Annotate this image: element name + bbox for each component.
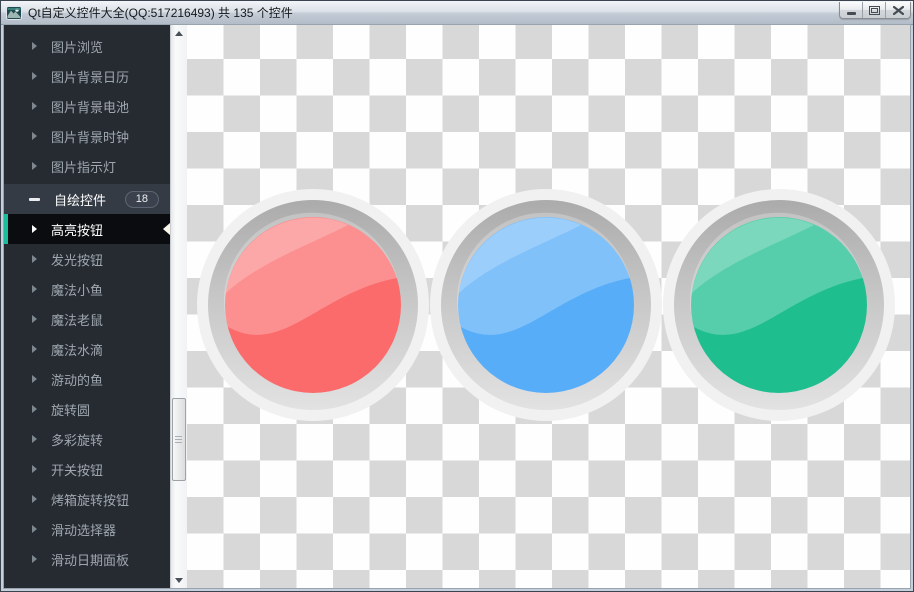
collapsed-arrow-icon <box>32 255 37 263</box>
sidebar-item-label: 发光按钮 <box>51 252 104 268</box>
scroll-down-button[interactable] <box>171 572 187 588</box>
collapsed-arrow-icon <box>32 435 37 443</box>
collapsed-arrow-icon <box>32 495 37 503</box>
window-controls <box>839 2 911 19</box>
scroll-up-button[interactable] <box>171 25 187 41</box>
sidebar-item-swimming-fish[interactable]: 游动的鱼 <box>4 364 170 394</box>
sidebar-item-sliding-date-panel[interactable]: 滑动日期面板 <box>4 544 170 574</box>
sidebar-item-image-calendar[interactable]: 图片背景日历 <box>4 61 170 91</box>
sidebar-item-magic-fish[interactable]: 魔法小鱼 <box>4 274 170 304</box>
collapsed-arrow-icon <box>32 42 37 50</box>
sidebar-item-label: 烤箱旋转按钮 <box>51 492 130 508</box>
sidebar-item-label: 开关按钮 <box>51 462 104 478</box>
glossy-button-blue[interactable] <box>430 189 662 421</box>
collapsed-arrow-icon <box>32 465 37 473</box>
collapsed-arrow-icon <box>32 225 37 233</box>
close-button[interactable] <box>886 2 910 18</box>
sidebar-item-image-indicator[interactable]: 图片指示灯 <box>4 151 170 181</box>
sidebar-item-image-battery[interactable]: 图片背景电池 <box>4 91 170 121</box>
sidebar-item-label: 高亮按钮 <box>51 222 104 238</box>
minimize-icon <box>846 11 856 15</box>
app-window: Qt自定义控件大全(QQ:517216493) 共 135 个控件 图片浏览 图… <box>0 0 914 592</box>
collapsed-arrow-icon <box>32 285 37 293</box>
collapsed-arrow-icon <box>32 405 37 413</box>
maximize-icon <box>868 5 880 15</box>
sidebar-item-label: 滑动日期面板 <box>51 552 130 568</box>
sidebar-item-label: 魔法小鱼 <box>51 282 104 298</box>
sidebar-item-label: 滑动选择器 <box>51 522 117 538</box>
collapsed-arrow-icon <box>32 132 37 140</box>
sidebar-item-glow-button[interactable]: 发光按钮 <box>4 244 170 274</box>
collapsed-arrow-icon <box>32 375 37 383</box>
sidebar-item-label: 旋转圆 <box>51 402 91 418</box>
collapsed-arrow-icon <box>32 555 37 563</box>
sidebar-group-custom-drawn[interactable]: 自绘控件 18 <box>4 184 170 214</box>
scroll-up-arrow-icon <box>175 30 183 36</box>
expanded-minus-icon <box>29 197 40 201</box>
sidebar-item-label: 魔法水滴 <box>51 342 104 358</box>
glossy-button-red[interactable] <box>197 189 429 421</box>
sidebar-item-image-browse[interactable]: 图片浏览 <box>4 31 170 61</box>
sidebar-item-label: 图片浏览 <box>51 39 104 55</box>
sidebar-item-switch-button[interactable]: 开关按钮 <box>4 454 170 484</box>
sidebar-item-image-clock[interactable]: 图片背景时钟 <box>4 121 170 151</box>
sidebar-item-label: 魔法老鼠 <box>51 312 104 328</box>
scroll-down-arrow-icon <box>175 577 183 583</box>
sidebar-item-highlight-button[interactable]: 高亮按钮 <box>4 214 170 244</box>
sidebar-item-label: 图片背景时钟 <box>51 129 130 145</box>
sidebar-item-label: 多彩旋转 <box>51 432 104 448</box>
collapsed-arrow-icon <box>32 315 37 323</box>
sidebar-item-colorful-rotation[interactable]: 多彩旋转 <box>4 424 170 454</box>
collapsed-arrow-icon <box>32 162 37 170</box>
scrollbar-thumb[interactable] <box>172 398 186 481</box>
titlebar[interactable]: Qt自定义控件大全(QQ:517216493) 共 135 个控件 <box>1 1 913 25</box>
close-icon <box>892 5 904 15</box>
collapsed-arrow-icon <box>32 72 37 80</box>
scrollbar-grip-icon <box>175 435 182 444</box>
preview-area <box>187 25 910 588</box>
minimize-button[interactable] <box>840 2 863 18</box>
glossy-buttons-canvas <box>197 189 895 421</box>
glossy-button-green[interactable] <box>663 189 895 421</box>
maximize-button[interactable] <box>863 2 886 18</box>
sidebar: 图片浏览 图片背景日历 图片背景电池 图片背景时钟 图片指示灯 自绘控件 18 … <box>4 25 170 588</box>
sidebar-item-label: 图片背景日历 <box>51 69 130 85</box>
collapsed-arrow-icon <box>32 102 37 110</box>
app-icon <box>6 5 22 20</box>
current-item-arrow-icon <box>163 223 170 235</box>
sidebar-scrollbar[interactable] <box>170 25 187 588</box>
collapsed-arrow-icon <box>32 345 37 353</box>
window-title: Qt自定义控件大全(QQ:517216493) 共 135 个控件 <box>28 6 293 20</box>
sidebar-item-label: 图片指示灯 <box>51 159 117 175</box>
sidebar-item-rotating-circle[interactable]: 旋转圆 <box>4 394 170 424</box>
sidebar-group-label: 自绘控件 <box>54 192 107 208</box>
selection-accent-bar <box>4 214 8 244</box>
window-body: 图片浏览 图片背景日历 图片背景电池 图片背景时钟 图片指示灯 自绘控件 18 … <box>4 25 910 588</box>
sidebar-item-magic-drop[interactable]: 魔法水滴 <box>4 334 170 364</box>
sidebar-item-label: 图片背景电池 <box>51 99 130 115</box>
sidebar-item-sliding-selector[interactable]: 滑动选择器 <box>4 514 170 544</box>
sidebar-item-oven-knob[interactable]: 烤箱旋转按钮 <box>4 484 170 514</box>
collapsed-arrow-icon <box>32 525 37 533</box>
count-badge: 18 <box>124 190 159 208</box>
sidebar-item-label: 游动的鱼 <box>51 372 104 388</box>
sidebar-item-magic-mouse[interactable]: 魔法老鼠 <box>4 304 170 334</box>
